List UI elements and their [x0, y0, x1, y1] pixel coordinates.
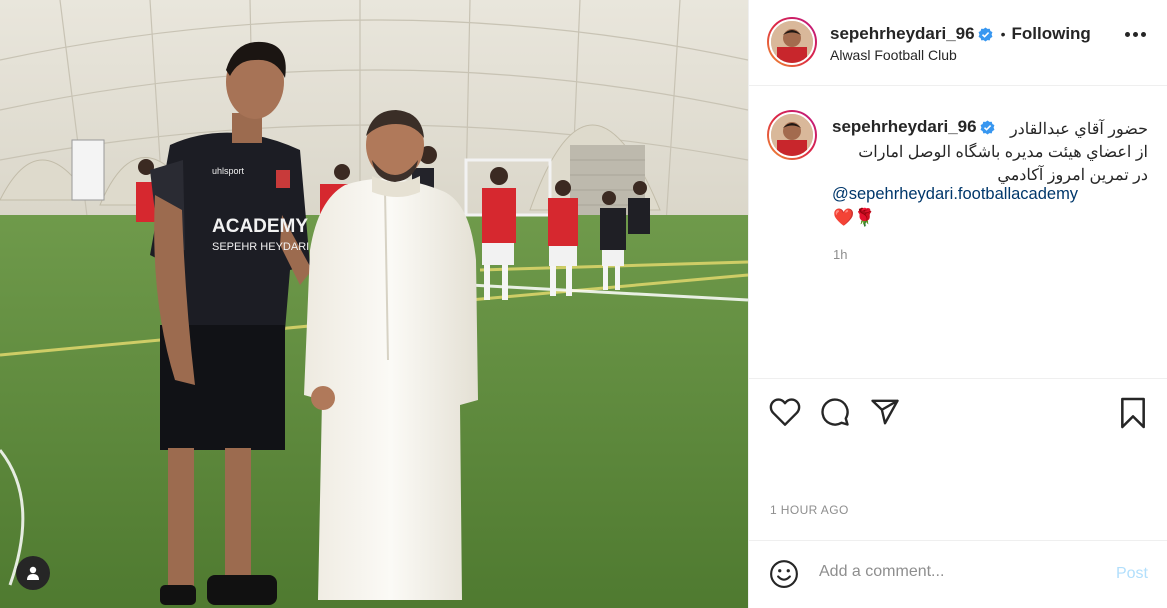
tagged-users-button[interactable]: [16, 556, 50, 590]
separator-dot: •: [1000, 26, 1006, 42]
comment-input[interactable]: [819, 563, 1099, 581]
post-actions: [749, 380, 1167, 440]
post-image: ACADEMY SEPEHR HEYDARI uhlsport: [0, 0, 748, 608]
avatar-image: [771, 21, 813, 63]
verified-badge-icon: [978, 26, 993, 42]
caption-line: از اعضاي هيئت مديره باشگاه الوصل امارات: [858, 144, 1148, 161]
person-tag-icon: [27, 566, 39, 580]
caption-mention-link[interactable]: @sepehrheydari.footballacademy: [832, 185, 1078, 204]
caption-time[interactable]: 1h: [833, 247, 847, 262]
caption-avatar[interactable]: [767, 110, 817, 160]
caption-text: حضور آقاي عبدالقادر از اعضاي هيئت مديره …: [832, 118, 1148, 187]
add-comment-bar: Post: [749, 540, 1167, 608]
post-comment-button[interactable]: Post: [1116, 565, 1148, 583]
comment-icon[interactable]: [819, 397, 851, 427]
jersey-subtext: SEPEHR HEYDARI: [212, 241, 309, 253]
post-date[interactable]: 1 HOUR AGO: [770, 503, 849, 517]
more-options-icon[interactable]: [1125, 32, 1146, 37]
following-button[interactable]: Following: [1012, 24, 1091, 44]
post-author-username[interactable]: sepehrheydari_96: [830, 24, 975, 44]
bookmark-icon[interactable]: [1119, 397, 1147, 429]
share-icon[interactable]: [870, 397, 900, 427]
post-sidebar: sepehrheydari_96 • Following Alwasl Foot…: [748, 0, 1167, 608]
heart-icon[interactable]: [769, 397, 801, 427]
avatar[interactable]: [767, 17, 817, 67]
caption-line: حضور آقاي عبدالقادر: [1009, 121, 1148, 138]
caption-emojis: ❤️🌹: [833, 208, 876, 227]
jersey-text: ACADEMY: [212, 216, 308, 237]
emoji-icon[interactable]: [769, 559, 799, 589]
caption-section: sepehrheydari_96 حضور آقاي عبدالقادر از …: [749, 86, 1167, 379]
caption-line: در تمرين امروز آكادمي: [997, 167, 1148, 184]
post-header: sepehrheydari_96 • Following Alwasl Foot…: [749, 0, 1167, 86]
post-photo[interactable]: ACADEMY SEPEHR HEYDARI uhlsport: [0, 0, 748, 608]
avatar-image: [771, 114, 813, 156]
post-location[interactable]: Alwasl Football Club: [830, 47, 957, 63]
jersey-brand: uhlsport: [212, 166, 245, 176]
